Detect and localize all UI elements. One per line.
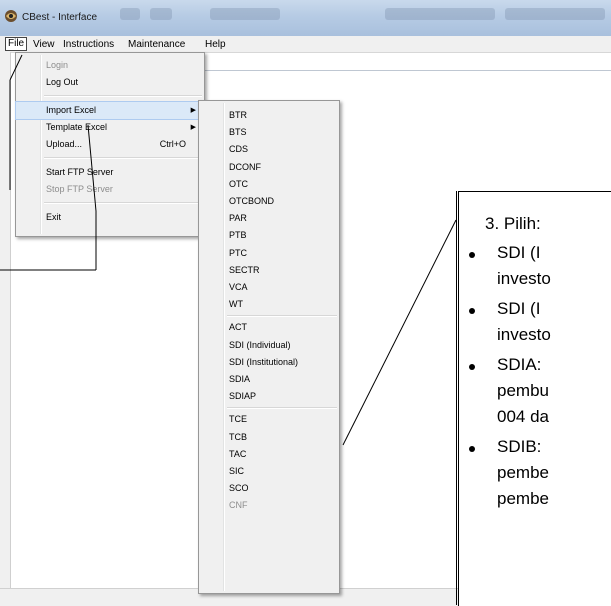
- callout-text: 004 da: [497, 407, 549, 426]
- menu-item-login[interactable]: Login: [16, 57, 204, 74]
- submenu-item-ptb[interactable]: PTB: [199, 227, 339, 244]
- callout-text: SDI (I: [497, 243, 541, 262]
- submenu-item-dconf[interactable]: DCONF: [199, 159, 339, 176]
- file-menu: Login Log Out Import Excel ▶ Template Exc…: [15, 52, 205, 237]
- menu-item-template-excel[interactable]: Template Excel ▶: [16, 119, 204, 136]
- blurred-toolbar-icons: [385, 8, 495, 20]
- submenu-item-btr[interactable]: BTR: [199, 107, 339, 124]
- blurred-toolbar-icons: [505, 8, 605, 20]
- callout-border: [456, 191, 457, 605]
- submenu-item-sdi-institutional[interactable]: SDI (Institutional): [199, 354, 339, 371]
- submenu-item-sco[interactable]: SCO: [199, 480, 339, 497]
- submenu-item-tac[interactable]: TAC: [199, 446, 339, 463]
- shortcut-label: Ctrl+O: [159, 139, 186, 149]
- menu-item-exit[interactable]: Exit: [16, 209, 204, 226]
- submenu-item-cds[interactable]: CDS: [199, 141, 339, 158]
- submenu-item-otc[interactable]: OTC: [199, 176, 339, 193]
- submenu-item-vca[interactable]: VCA: [199, 279, 339, 296]
- callout-text: SDIB:: [497, 437, 542, 456]
- submenu-item-sdia[interactable]: SDIA: [199, 371, 339, 388]
- submenu-item-sic[interactable]: SIC: [199, 463, 339, 480]
- menu-help[interactable]: Help: [205, 39, 226, 50]
- submenu-item-otcbond[interactable]: OTCBOND: [199, 193, 339, 210]
- callout-text: pembe: [497, 463, 549, 482]
- bullet-icon: [469, 308, 475, 314]
- window-title: CBest - Interface: [22, 12, 98, 23]
- import-excel-submenu: BTR BTS CDS DCONF OTC OTCBOND PAR PTB PTC SECTR VC…: [198, 100, 340, 594]
- menu-separator: [227, 407, 337, 410]
- submenu-item-tce[interactable]: TCE: [199, 411, 339, 428]
- callout-text: SDI (I: [497, 299, 541, 318]
- submenu-arrow-icon: ▶: [190, 124, 196, 131]
- callout-text: pembe: [497, 489, 549, 508]
- submenu-item-ptc[interactable]: PTC: [199, 245, 339, 262]
- submenu-item-sectr[interactable]: SECTR: [199, 262, 339, 279]
- blurred-toolbar-icons: [210, 8, 280, 20]
- callout-text: pembu: [497, 381, 549, 400]
- menu-bar: File View Instructions Maintenance Help: [0, 36, 611, 53]
- bullet-icon: [469, 252, 475, 258]
- submenu-item-wt[interactable]: WT: [199, 296, 339, 313]
- submenu-item-sdi-individual[interactable]: SDI (Individual): [199, 337, 339, 354]
- menu-item-start-ftp[interactable]: Start FTP Server: [16, 164, 204, 181]
- menu-maintenance[interactable]: Maintenance: [128, 39, 185, 50]
- blurred-toolbar-icon: [120, 8, 140, 20]
- callout-text: investo: [497, 325, 551, 344]
- submenu-item-tcb[interactable]: TCB: [199, 429, 339, 446]
- pointer-line: [342, 219, 457, 446]
- submenu-item-bts[interactable]: BTS: [199, 124, 339, 141]
- menu-separator: [44, 95, 202, 97]
- bullet-icon: [469, 364, 475, 370]
- menu-separator: [44, 202, 202, 204]
- callout-heading: 3. Pilih:: [485, 214, 541, 233]
- callout-text: investo: [497, 269, 551, 288]
- window-left-frame: [0, 52, 11, 605]
- callout-text: SDIA:: [497, 355, 542, 374]
- menu-item-upload[interactable]: Upload... Ctrl+O: [16, 136, 204, 153]
- submenu-item-sdiap[interactable]: SDIAP: [199, 388, 339, 405]
- submenu-item-act[interactable]: ACT: [199, 319, 339, 336]
- submenu-item-par[interactable]: PAR: [199, 210, 339, 227]
- submenu-arrow-icon: ▶: [190, 107, 196, 114]
- submenu-item-cnf[interactable]: CNF: [199, 497, 339, 514]
- menu-item-logout[interactable]: Log Out: [16, 74, 204, 91]
- menu-file[interactable]: File: [5, 37, 28, 51]
- menu-item-import-excel[interactable]: Import Excel ▶: [15, 101, 205, 120]
- menu-separator: [227, 315, 337, 318]
- menu-item-stop-ftp[interactable]: Stop FTP Server: [16, 181, 204, 198]
- toolbar-divider: [205, 70, 611, 71]
- menu-separator: [44, 157, 202, 159]
- bullet-icon: [469, 446, 475, 452]
- menu-view[interactable]: View: [33, 39, 55, 50]
- app-icon: [5, 10, 17, 22]
- instruction-callout: 3. Pilih: SDI (I investo SDI (I investo …: [458, 191, 611, 606]
- blurred-toolbar-icon: [150, 8, 172, 20]
- title-bar: CBest - Interface: [0, 0, 611, 36]
- menu-instructions[interactable]: Instructions: [63, 39, 114, 50]
